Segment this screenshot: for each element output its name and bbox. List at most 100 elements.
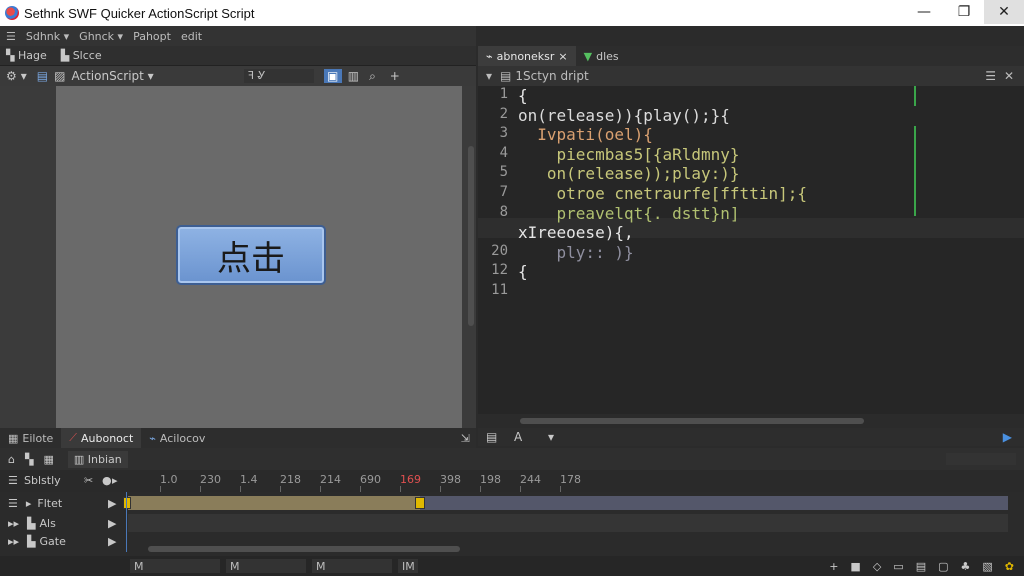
diamond-icon[interactable]: ◇	[873, 560, 881, 573]
minimize-button[interactable]: —	[904, 0, 944, 24]
layer-row[interactable]: ▸▸ ▙ Als ▶	[0, 514, 1024, 532]
footer-field-4[interactable]: IM	[398, 559, 418, 573]
layers-icon[interactable]: ▚	[25, 453, 33, 466]
expand-icon[interactable]: ▸▸	[8, 535, 19, 548]
code-line[interactable]: on(release));play:)}	[518, 164, 740, 183]
add-icon[interactable]: +	[390, 69, 400, 83]
timeline-scrollbar[interactable]	[148, 546, 460, 552]
tab-actions[interactable]: ⌁ abnoneksr ×	[478, 46, 576, 66]
scene-tab-1[interactable]: ▚ Hage	[6, 49, 47, 62]
dropdown-arrow-icon[interactable]: ▾	[21, 69, 27, 83]
code-line[interactable]: ply:: )}	[518, 243, 634, 262]
play-icon[interactable]: ▶	[108, 535, 116, 548]
close-button[interactable]: ✕	[984, 0, 1024, 24]
frame-span[interactable]	[420, 496, 1008, 510]
play-icon[interactable]: ▶	[108, 517, 116, 530]
layer-name[interactable]: Gate	[40, 535, 66, 548]
expand-icon[interactable]: ⇲	[461, 432, 470, 445]
menu-item-4[interactable]: edit	[181, 30, 202, 43]
expand-icon[interactable]: ▸	[26, 497, 32, 510]
layer-icon: ▙	[27, 534, 36, 548]
hamburger-icon[interactable]: ☰	[6, 30, 16, 43]
crop-icon[interactable]: ▢	[938, 560, 948, 573]
grid-icon[interactable]: ▦	[43, 453, 53, 466]
scene-tab-2[interactable]: ▙ Slcce	[61, 49, 102, 62]
tab-library[interactable]: ▦ Eilote	[0, 428, 61, 448]
close-tab-icon[interactable]: ×	[558, 50, 567, 63]
stage-click-button[interactable]: 点击	[176, 225, 326, 285]
code-horizontal-scrollbar[interactable]	[520, 418, 864, 424]
edit-multiple-icon[interactable]: ▧	[982, 560, 992, 573]
menu-item-3[interactable]: Pahopt	[133, 30, 171, 43]
footer-field-1[interactable]: M	[130, 559, 220, 573]
frame-search-input[interactable]: ꟻ Ꮍ	[243, 69, 314, 83]
search-icon[interactable]: ⌕	[369, 69, 376, 84]
color-icon[interactable]: ✿	[1005, 560, 1014, 573]
layer-row[interactable]: ☰ ▸ Fltet ▶	[0, 494, 1024, 512]
document-icon[interactable]: ▥	[348, 69, 359, 83]
timeline-footer: M M M IM + ■ ◇ ▭ ▤ ▢ ♣ ▧ ✿	[0, 556, 1024, 576]
symbol-icon: ▙	[60, 49, 73, 62]
stage-vertical-scrollbar[interactable]	[468, 146, 474, 326]
filter-icon: ▼	[583, 49, 593, 63]
record-icon[interactable]: ●	[102, 474, 112, 487]
dropdown-arrow-icon[interactable]: ▾	[548, 430, 554, 444]
code-line[interactable]: preavelqt{. dstt}n]	[518, 204, 740, 223]
code-editor[interactable]: 12345789201211 {on(release)){play();}{ I…	[478, 86, 1024, 414]
code-line[interactable]: {	[518, 86, 528, 105]
play-icon[interactable]: ▶	[1003, 430, 1012, 444]
frame-icon[interactable]: ▤	[916, 560, 926, 573]
tab-files[interactable]: ▼ dles	[576, 46, 627, 66]
code-line[interactable]: xIreeoese){,	[518, 223, 634, 242]
menu-icon[interactable]: ☰	[8, 474, 18, 487]
footer-field-3[interactable]: M	[312, 559, 392, 573]
expand-icon[interactable]: ▸▸	[8, 517, 19, 530]
home-icon[interactable]: ⌂	[8, 453, 15, 466]
tab-actions-panel[interactable]: ⌁ Acilocov	[141, 428, 213, 448]
code-line[interactable]: on(release)){play();}{	[518, 106, 730, 125]
stage-canvas[interactable]: 点击	[56, 86, 462, 428]
change-marker	[914, 126, 916, 216]
font-icon[interactable]: A	[514, 430, 522, 444]
ruler-label: 1.0	[160, 473, 178, 486]
keyframe-current[interactable]	[415, 497, 425, 509]
actionscript-dropdown[interactable]: ActionScript ▾	[71, 69, 153, 83]
keyframe-start[interactable]	[123, 497, 131, 509]
script-icon[interactable]: ▤	[37, 69, 48, 83]
collapse-icon[interactable]: ▾	[486, 69, 492, 83]
ruler-label: 169	[400, 473, 421, 486]
tween-span[interactable]	[128, 496, 420, 510]
outline-icon[interactable]: ▸	[112, 474, 118, 487]
script-title: 1Sctyn dript	[515, 69, 589, 83]
timeline-search-field[interactable]	[946, 453, 1016, 465]
menu-item-1[interactable]: Sdhnk ▾	[26, 30, 69, 43]
timeline-ruler[interactable]: ☰ Sblstly ✂ ● ▸ 1.0 230 1.4 218 214 690 169 398…	[0, 470, 1024, 492]
code-line[interactable]: {	[518, 262, 528, 281]
footer-field-2[interactable]: M	[226, 559, 306, 573]
close-panel-icon[interactable]: ✕	[1004, 69, 1014, 83]
menu-icon: ☰	[8, 496, 18, 510]
code-line[interactable]: otroe cnetraurfe[ffttin];{	[518, 184, 807, 203]
code-line[interactable]: piecmbas5[{aRldmny}	[518, 145, 740, 164]
keyframe-icon[interactable]: ▭	[893, 560, 903, 573]
layer-name[interactable]: Als	[40, 517, 56, 530]
format-icon[interactable]: ▤	[486, 430, 497, 444]
line-number: 5	[499, 164, 508, 181]
window-title: Sethnk SWF Quicker ActionScript Script	[24, 5, 255, 21]
stop-icon[interactable]: ■	[850, 560, 860, 573]
layer-frames[interactable]	[128, 514, 1008, 532]
menu-item-2[interactable]: Ghnck ▾	[79, 30, 123, 43]
hide-icon[interactable]: ✂	[84, 474, 93, 487]
selection-tool-icon[interactable]: ▣	[323, 69, 342, 83]
play-icon[interactable]: ▶	[108, 497, 116, 510]
file-icon[interactable]: ▨	[54, 69, 65, 83]
onion-skin-icon[interactable]: ♣	[961, 560, 971, 573]
menu-icon[interactable]: ☰	[985, 69, 996, 83]
target-icon[interactable]: ⚙	[6, 69, 17, 83]
timeline-layers: ☰ ▸ Fltet ▶ ▸▸ ▙ Als ▶ ▸▸ ▙ Gate ▶	[0, 492, 1024, 552]
layer-name[interactable]: Fltet	[37, 497, 62, 510]
code-line[interactable]: Ivpati(oel){	[518, 125, 653, 144]
add-icon[interactable]: +	[829, 560, 838, 573]
maximize-button[interactable]: ❐	[944, 0, 984, 24]
tab-actionscript[interactable]: ⟋ Aubonoct	[61, 428, 142, 448]
